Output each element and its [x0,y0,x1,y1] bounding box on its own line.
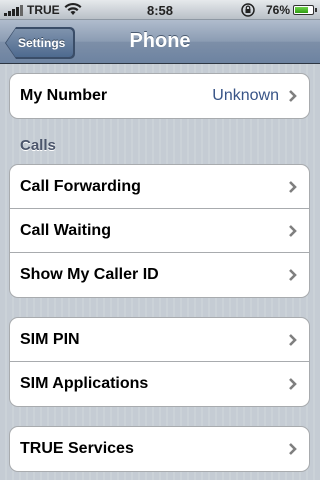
battery-percent: 76% [266,3,291,17]
call-waiting-label: Call Waiting [20,222,111,239]
sim-applications-row[interactable]: SIM Applications [10,362,309,406]
sim-applications-label: SIM Applications [20,375,149,392]
my-number-value: Unknown [212,87,279,104]
sim-group: SIM PIN SIM Applications [9,317,310,407]
status-bar: TRUE 8:58 76% [0,0,320,20]
show-caller-id-row[interactable]: Show My Caller ID [10,253,309,297]
my-number-label: My Number [20,87,108,104]
true-services-label: TRUE Services [20,440,134,457]
sim-pin-label: SIM PIN [20,331,80,348]
page-title: Phone [129,30,191,52]
chevron-right-icon [289,225,297,237]
orientation-lock-icon [241,3,255,17]
call-forwarding-label: Call Forwarding [20,178,141,195]
true-services-row[interactable]: TRUE Services [10,427,309,471]
show-caller-id-label: Show My Caller ID [20,266,159,283]
battery-fill [295,7,308,13]
chevron-right-icon [289,269,297,281]
chevron-right-icon [289,181,297,193]
my-number-row[interactable]: My Number Unknown [10,74,309,118]
call-forwarding-row[interactable]: Call Forwarding [10,165,309,209]
chevron-right-icon [289,378,297,390]
battery-icon [293,5,317,15]
chevron-right-icon [289,443,297,455]
call-waiting-row[interactable]: Call Waiting [10,209,309,253]
calls-section-header: Calls [20,137,56,154]
sim-pin-row[interactable]: SIM PIN [10,318,309,362]
chevron-right-icon [289,334,297,346]
my-number-group: My Number Unknown [9,73,310,119]
services-group: TRUE Services [9,426,310,472]
calls-group: Call Forwarding Call Waiting Show My Cal… [9,164,310,298]
chevron-right-icon [289,90,297,102]
navigation-bar: Settings Phone [0,20,320,64]
